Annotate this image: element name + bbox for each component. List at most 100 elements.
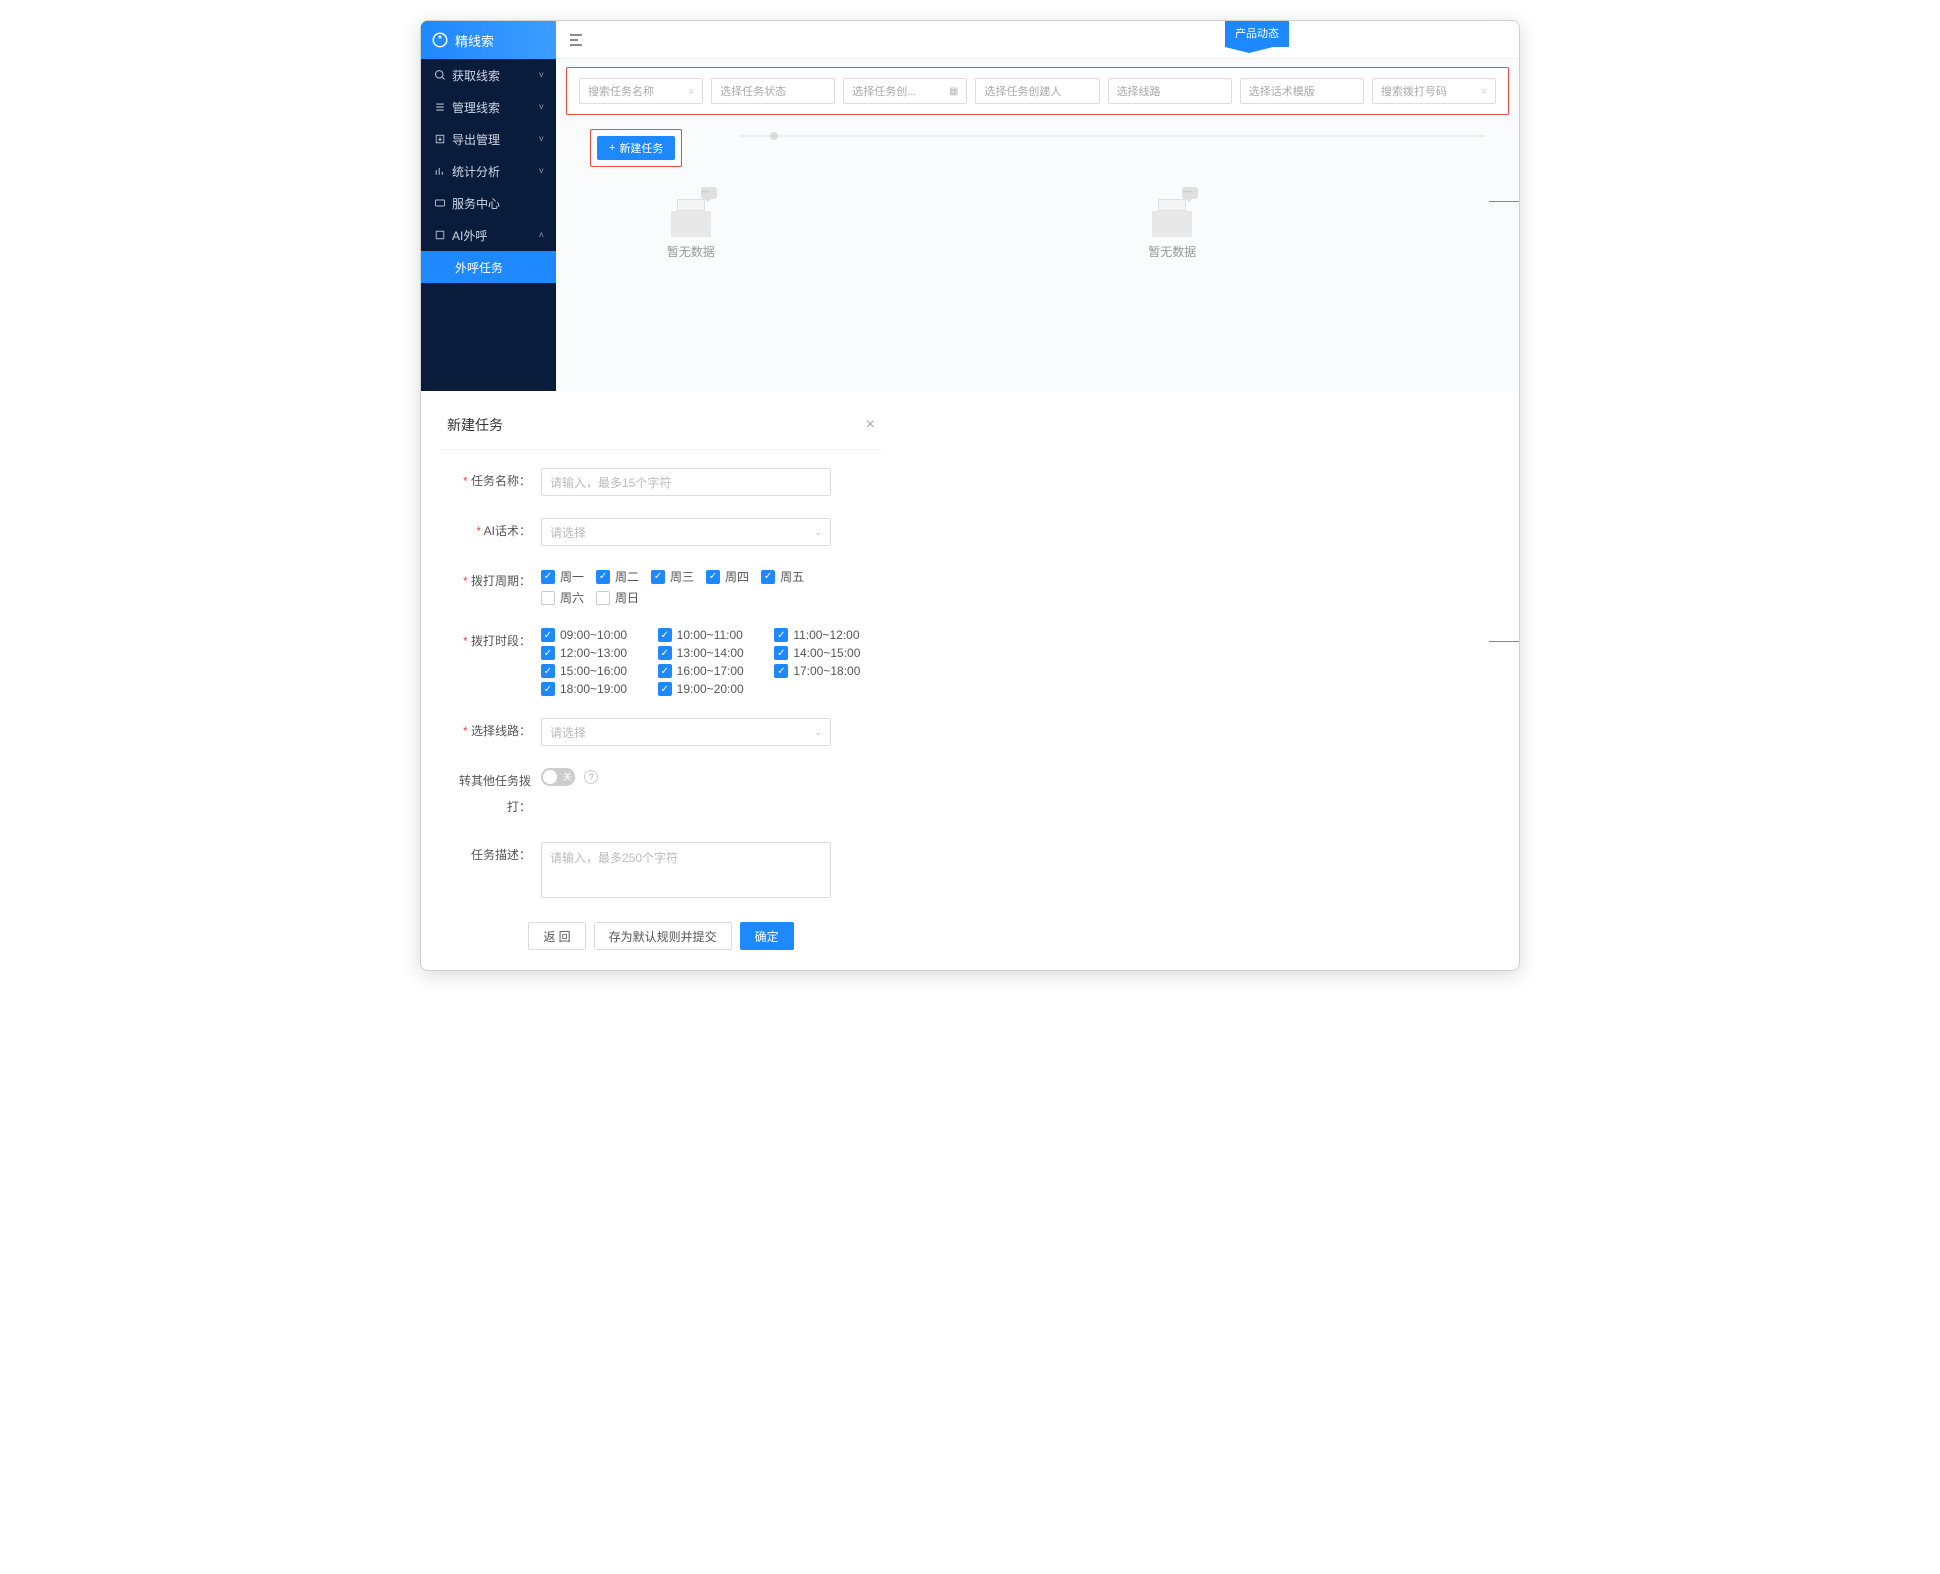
timeslot-checkbox[interactable]: ✓12:00~13:00 [541, 646, 648, 660]
search-icon: ⌕ [689, 86, 695, 97]
new-task-modal: 新建任务 × 任务名称： 请输入，最多15个字符 AI话术： 请选择 ⌄ 拨打周… [431, 399, 891, 970]
day-checkbox-周二[interactable]: ✓周二 [596, 568, 639, 585]
plus-icon: + [609, 142, 615, 154]
timeslot-checkbox[interactable]: ✓13:00~14:00 [658, 646, 765, 660]
filter-bar: 搜索任务名称⌕ 选择任务状态选择任务创...▦ 选择任务创建人选择线路选择话术模版搜… [566, 67, 1509, 115]
chevron-down-icon: ⌄ [814, 527, 822, 538]
checkbox-icon: ✓ [541, 570, 555, 584]
task-timeline [740, 135, 1485, 137]
day-checkbox-周五[interactable]: ✓周五 [761, 568, 804, 585]
day-checkbox-周六[interactable]: 周六 [541, 589, 584, 606]
logo[interactable]: 精线索 [421, 21, 556, 59]
checkbox-icon: ✓ [541, 664, 555, 678]
sidebar-collapse-icon[interactable] [568, 32, 584, 48]
checkbox-icon: ✓ [596, 570, 610, 584]
checkbox-icon: ✓ [658, 646, 672, 660]
new-task-highlight: + 新建任务 [590, 129, 682, 167]
nav-label: AI外呼 [452, 227, 487, 244]
day-checkbox-周日[interactable]: 周日 [596, 589, 639, 606]
route-select[interactable]: 请选择 ⌄ [541, 718, 831, 746]
timeslot-checkbox[interactable]: ✓10:00~11:00 [658, 628, 765, 642]
filter-选择任务状态[interactable]: 选择任务状态 [711, 78, 835, 104]
day-checkbox-周四[interactable]: ✓周四 [706, 568, 749, 585]
back-button[interactable]: 返 回 [528, 922, 585, 950]
timeslot-checkbox[interactable]: ✓17:00~18:00 [774, 664, 881, 678]
sidebar-item-chart[interactable]: 统计分析 ˅ [421, 155, 556, 187]
day-checkbox-周三[interactable]: ✓周三 [651, 568, 694, 585]
filter-搜索拨打号码[interactable]: 搜索拨打号码⌕ [1372, 78, 1496, 104]
filter-搜索任务名称[interactable]: 搜索任务名称⌕ [579, 78, 703, 104]
checkbox-icon: ✓ [651, 570, 665, 584]
timeslot-checkbox[interactable]: ✓14:00~15:00 [774, 646, 881, 660]
day-checkbox-周一[interactable]: ✓周一 [541, 568, 584, 585]
empty-text: 暂无数据 [1148, 243, 1196, 260]
app-main: 精线索 获取线索˅管理线索˅导出管理˅统计分析˅服务中心AI外呼˄ 外呼任务 产… [421, 21, 1519, 391]
ai-script-select[interactable]: 请选择 ⌄ [541, 518, 831, 546]
content-area: 产品动态 搜索任务名称⌕ 选择任务状态选择任务创...▦ 选择任务创建人选择线路选择… [556, 21, 1519, 391]
annotation-arrow-bottom [1489, 641, 1520, 642]
checkbox-icon: ✓ [658, 682, 672, 696]
timeslot-checkbox[interactable]: ✓16:00~17:00 [658, 664, 765, 678]
filter-选择任务创...[interactable]: 选择任务创...▦ [843, 78, 967, 104]
nav-label: 管理线索 [452, 99, 500, 116]
logo-icon [431, 31, 449, 49]
checkbox-icon: ✓ [774, 628, 788, 642]
chevron-up-icon: ˄ [539, 230, 544, 240]
chevron-down-icon: ˅ [539, 134, 544, 144]
new-task-button-label: 新建任务 [619, 140, 663, 156]
checkbox-icon [541, 591, 555, 605]
sidebar: 精线索 获取线索˅管理线索˅导出管理˅统计分析˅服务中心AI外呼˄ 外呼任务 [421, 21, 556, 391]
timeslot-checkbox[interactable]: ✓15:00~16:00 [541, 664, 648, 678]
topbar [556, 21, 1519, 59]
transfer-toggle[interactable]: 关 [541, 768, 575, 786]
task-name-input[interactable]: 请输入，最多15个字符 [541, 468, 831, 496]
confirm-button[interactable]: 确定 [740, 922, 794, 950]
checkbox-icon: ✓ [706, 570, 720, 584]
route-label: 选择线路： [441, 718, 541, 744]
ai-script-label: AI话术： [441, 518, 541, 544]
sidebar-item-service[interactable]: 服务中心 [421, 187, 556, 219]
timeslot-checkbox[interactable]: ✓18:00~19:00 [541, 682, 648, 696]
sidebar-subitem-outbound-task[interactable]: 外呼任务 [421, 251, 556, 283]
desc-label: 任务描述： [441, 842, 541, 868]
nav-label: 统计分析 [452, 163, 500, 180]
timeslot-checkbox[interactable]: ✓19:00~20:00 [658, 682, 765, 696]
transfer-label: 转其他任务拨打： [441, 768, 541, 820]
close-icon[interactable]: × [866, 416, 875, 434]
filter-选择任务创建人[interactable]: 选择任务创建人 [975, 78, 1099, 104]
checkbox-icon: ✓ [541, 646, 555, 660]
filter-选择话术模版[interactable]: 选择话术模版 [1240, 78, 1364, 104]
checkbox-icon: ✓ [541, 628, 555, 642]
list-icon [433, 101, 446, 114]
task-name-label: 任务名称： [441, 468, 541, 494]
dial-cycle-checkboxes: ✓周一 ✓周二 ✓周三 ✓周四 ✓周五周六周日 [541, 568, 841, 606]
new-task-button[interactable]: + 新建任务 [597, 136, 675, 160]
chevron-down-icon: ⌄ [814, 727, 822, 738]
chevron-down-icon: ˅ [539, 166, 544, 176]
dial-time-label: 拨打时段： [441, 628, 541, 654]
search-icon [433, 69, 446, 82]
service-icon [433, 197, 446, 210]
sidebar-item-ai[interactable]: AI外呼 ˄ [421, 219, 556, 251]
sidebar-item-list[interactable]: 管理线索˅ [421, 91, 556, 123]
filter-选择线路[interactable]: 选择线路 [1108, 78, 1232, 104]
timeslot-checkbox[interactable]: ✓11:00~12:00 [774, 628, 881, 642]
sidebar-item-search[interactable]: 获取线索˅ [421, 59, 556, 91]
save-default-button[interactable]: 存为默认规则并提交 [594, 922, 732, 950]
empty-state-right: ••• 暂无数据 [826, 187, 1519, 260]
sidebar-item-export[interactable]: 导出管理˅ [421, 123, 556, 155]
ai-icon [433, 229, 446, 242]
product-news-ribbon[interactable]: 产品动态 [1225, 21, 1289, 47]
help-icon[interactable]: ? [584, 770, 598, 784]
timeslot-checkbox[interactable]: ✓09:00~10:00 [541, 628, 648, 642]
annotation-arrow-top [1489, 201, 1520, 202]
checkbox-icon: ✓ [658, 664, 672, 678]
sidebar-subitem-label: 外呼任务 [455, 259, 503, 276]
chart-icon [433, 165, 446, 178]
dial-time-checkboxes: ✓09:00~10:00 ✓10:00~11:00 ✓11:00~12:00 ✓12:… [541, 628, 881, 696]
desc-textarea[interactable]: 请输入，最多250个字符 [541, 842, 831, 898]
checkbox-icon: ✓ [541, 682, 555, 696]
empty-state-left: ••• 暂无数据 [556, 187, 826, 260]
nav-label: 服务中心 [452, 195, 500, 212]
empty-text: 暂无数据 [667, 243, 715, 260]
